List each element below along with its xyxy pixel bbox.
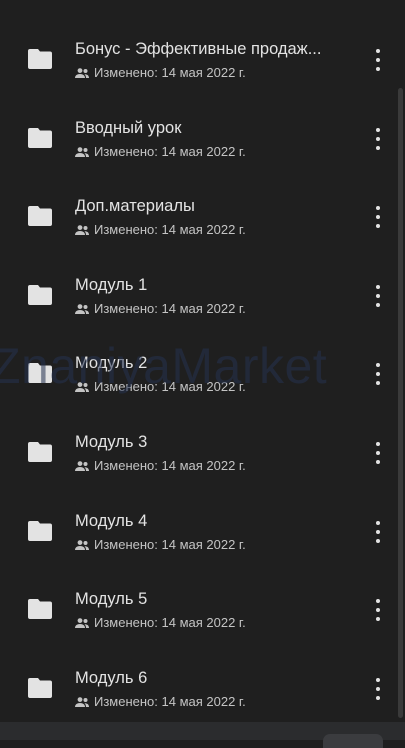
folder-row[interactable]: Модуль 4 Изменено: 14 мая 2022 г. [0,484,398,563]
scrollbar[interactable] [398,88,403,718]
more-vert-icon [376,599,380,604]
folder-meta: Изменено: 14 мая 2022 г. [75,65,350,81]
folder-icon [28,206,52,227]
more-vert-icon [376,441,380,446]
more-vert-icon [376,206,380,211]
folder-row[interactable]: Вводный урок Изменено: 14 мая 2022 г. [0,91,398,170]
modified-date: Изменено: 14 мая 2022 г. [94,379,246,395]
more-options-button[interactable] [368,599,388,622]
folder-icon [28,363,52,384]
shared-people-icon [75,146,89,157]
shared-people-icon [75,225,89,236]
modified-date: Изменено: 14 мая 2022 г. [94,300,246,316]
folder-row[interactable]: Доп.материалы Изменено: 14 мая 2022 г. [0,169,398,248]
more-vert-icon [376,49,380,53]
modified-date: Изменено: 14 мая 2022 г. [94,615,246,631]
folder-title: Модуль 6 [75,668,148,687]
folder-meta: Изменено: 14 мая 2022 г. [75,144,350,160]
folder-meta: Изменено: 14 мая 2022 г. [75,379,350,395]
folder-meta: Изменено: 14 мая 2022 г. [75,301,350,317]
shared-people-icon [75,461,89,471]
more-options-button[interactable] [368,284,388,307]
folder-text: Модуль 5 Изменено: 14 мая 2022 г. [75,589,350,631]
folder-meta: Изменено: 14 мая 2022 г. [75,694,350,710]
modified-date: Изменено: 14 мая 2022 г. [94,222,246,238]
folder-row[interactable]: Модуль 3 Изменено: 14 мая 2022 г. [0,405,398,484]
folder-text: Доп.материалы Изменено: 14 мая 2022 г. [75,196,350,238]
folder-row[interactable]: Модуль 5 Изменено: 14 мая 2022 г. [0,562,398,641]
folder-text: Модуль 3 Изменено: 14 мая 2022 г. [75,432,350,474]
shared-people-icon [75,618,89,629]
shared-people-icon [75,539,89,550]
folder-title: Модуль 5 [75,590,148,609]
folder-title: Доп.материалы [75,197,195,216]
folder-icon [28,127,52,148]
folder-title: Модуль 2 [75,354,148,373]
modified-date: Изменено: 14 мая 2022 г. [94,693,246,709]
more-options-button[interactable] [368,363,388,386]
more-options-button[interactable] [368,127,388,150]
folder-meta: Изменено: 14 мая 2022 г. [75,458,350,474]
folder-text: Модуль 1 Изменено: 14 мая 2022 г. [75,275,350,317]
folder-row[interactable]: Модуль 2 Изменено: 14 мая 2022 г. [0,326,398,405]
folder-icon [28,599,52,620]
bottom-bar [0,722,405,748]
folder-row[interactable]: Модуль 1 Изменено: 14 мая 2022 г. [0,248,398,327]
folder-title: Модуль 3 [75,432,148,451]
folder-text: Вводный урок Изменено: 14 мая 2022 г. [75,118,350,160]
folder-text: Модуль 2 Изменено: 14 мая 2022 г. [75,353,350,395]
folder-text: Модуль 6 Изменено: 14 мая 2022 г. [75,668,350,710]
folder-icon [28,49,52,69]
folder-title: Модуль 1 [75,275,148,294]
more-options-button[interactable] [368,441,388,464]
folder-meta: Изменено: 14 мая 2022 г. [75,615,350,631]
modified-date: Изменено: 14 мая 2022 г. [94,65,246,80]
more-vert-icon [376,127,380,132]
folder-icon [28,441,52,462]
more-vert-icon [376,284,380,289]
shared-people-icon [75,696,89,707]
more-options-button[interactable] [368,677,388,700]
more-options-button[interactable] [368,520,388,543]
folder-title: Модуль 4 [75,511,148,530]
folder-icon [28,677,52,698]
more-vert-icon [376,677,380,682]
more-vert-icon [376,520,380,525]
modified-date: Изменено: 14 мая 2022 г. [94,536,246,552]
folder-icon [28,520,52,541]
modified-date: Изменено: 14 мая 2022 г. [94,143,246,159]
modified-date: Изменено: 14 мая 2022 г. [94,457,246,473]
shared-people-icon [75,382,89,393]
file-list: Бонус - Эффективные продаж... Изменено: … [0,12,398,719]
folder-title: Бонус - Эффективные продаж... [75,40,322,58]
more-options-button[interactable] [368,206,388,229]
folder-icon [28,284,52,305]
folder-row[interactable]: Бонус - Эффективные продаж... Изменено: … [0,12,398,91]
more-vert-icon [376,363,380,368]
bottom-action-pill[interactable] [323,734,383,748]
shared-people-icon [75,68,89,78]
folder-row[interactable]: Модуль 6 Изменено: 14 мая 2022 г. [0,641,398,720]
folder-text: Модуль 4 Изменено: 14 мая 2022 г. [75,511,350,553]
folder-meta: Изменено: 14 мая 2022 г. [75,222,350,238]
folder-meta: Изменено: 14 мая 2022 г. [75,537,350,553]
folder-title: Вводный урок [75,118,182,137]
more-options-button[interactable] [368,49,388,71]
folder-text: Бонус - Эффективные продаж... Изменено: … [75,39,350,81]
shared-people-icon [75,303,89,314]
